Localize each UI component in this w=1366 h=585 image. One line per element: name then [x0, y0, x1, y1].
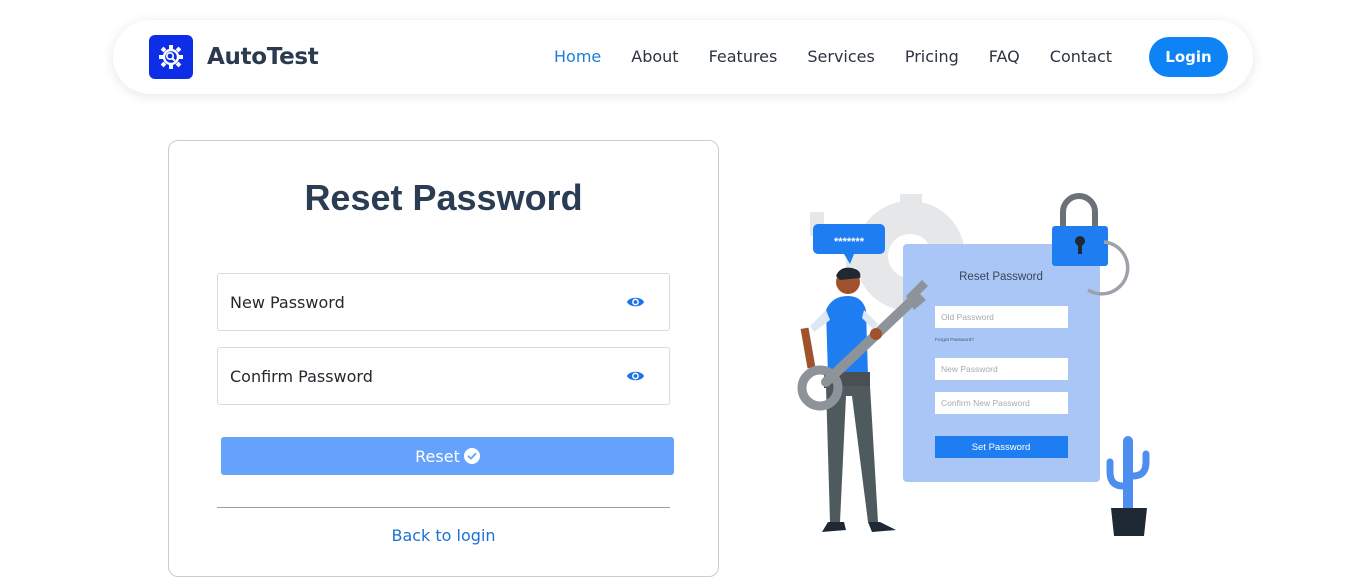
new-password-input[interactable]	[218, 274, 669, 330]
confirm-password-input[interactable]	[218, 348, 669, 404]
mock-card-title: Reset Password	[959, 271, 1043, 283]
reset-button[interactable]: Reset	[221, 437, 674, 475]
nav-faq[interactable]: FAQ	[989, 47, 1020, 66]
reset-password-card: Reset Password Reset Back to login	[168, 140, 719, 577]
page-title: Reset Password	[304, 177, 583, 218]
new-password-field	[217, 273, 670, 331]
confirm-password-field	[217, 347, 670, 405]
back-to-login-link[interactable]: Back to login	[169, 526, 718, 545]
nav-about[interactable]: About	[631, 47, 678, 66]
navbar: AutoTest Home About Features Services Pr…	[113, 20, 1253, 94]
mock-new-password: New Password	[941, 364, 998, 374]
mock-confirm-new-password: Confirm New Password	[941, 398, 1030, 408]
brand-name: AutoTest	[207, 44, 319, 70]
login-button[interactable]: Login	[1149, 37, 1228, 77]
nav-links: Home About Features Services Pricing FAQ…	[554, 47, 1142, 66]
mock-old-password: Old Password	[941, 312, 994, 322]
nav-pricing[interactable]: Pricing	[905, 47, 959, 66]
nav-features[interactable]: Features	[709, 47, 778, 66]
reset-password-illustration: Reset Password Old Password Forgot Passw…	[797, 193, 1150, 536]
check-circle-icon	[463, 448, 480, 464]
divider	[217, 507, 670, 508]
speech-bubble-text: *******	[834, 236, 865, 248]
brand[interactable]: AutoTest	[149, 35, 319, 79]
gear-magnifier-icon	[149, 35, 193, 79]
cactus-icon	[1106, 436, 1150, 536]
person-figure	[800, 267, 896, 532]
eye-icon[interactable]	[626, 294, 645, 310]
mock-set-password: Set Password	[972, 442, 1031, 453]
nav-services[interactable]: Services	[807, 47, 874, 66]
nav-home[interactable]: Home	[554, 47, 601, 66]
mock-forgot-password: Forgot Password?	[935, 337, 974, 343]
nav-contact[interactable]: Contact	[1050, 47, 1112, 66]
eye-icon[interactable]	[626, 368, 645, 384]
reset-button-label: Reset	[415, 446, 460, 466]
